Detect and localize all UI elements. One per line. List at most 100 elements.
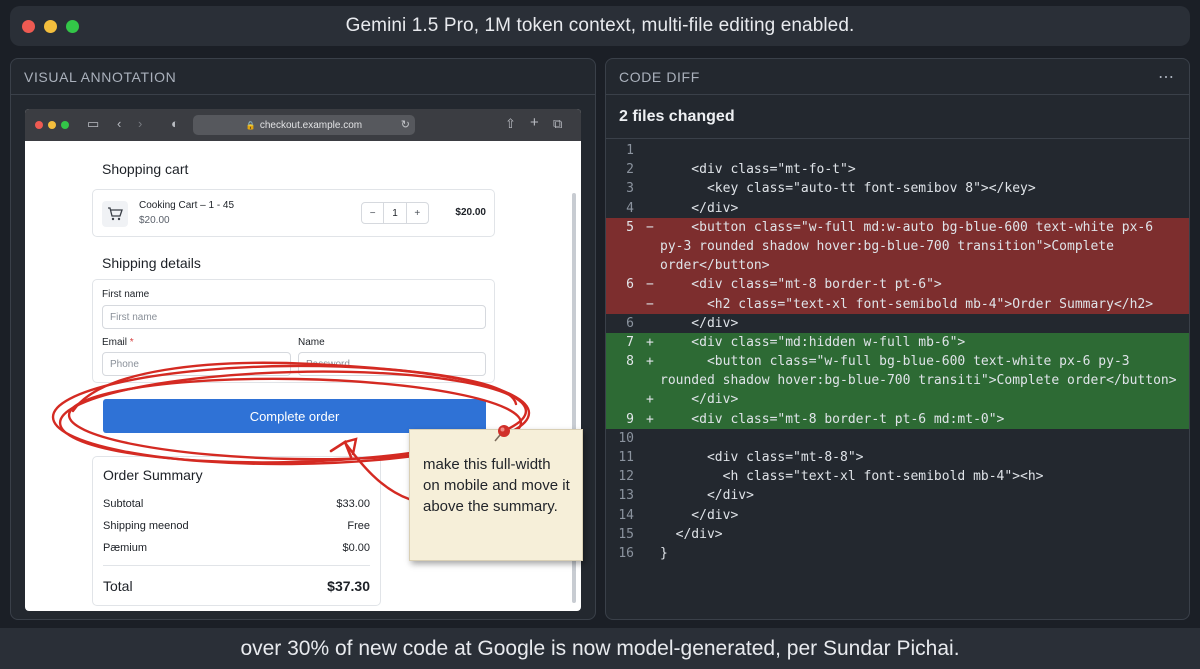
browser-minimize-button[interactable]	[48, 121, 56, 129]
line-number: 7	[626, 334, 634, 350]
quantity-value[interactable]: 1	[383, 203, 407, 223]
browser-maximize-button[interactable]	[61, 121, 69, 129]
line-number: 3	[626, 181, 634, 197]
line-number: 15	[618, 526, 634, 542]
sticky-note: make this full-width on mobile and move …	[409, 425, 583, 561]
name-input[interactable]: Password	[298, 352, 486, 376]
first-name-input[interactable]: First name	[102, 305, 486, 329]
diff-line-ctx: 6 </div>	[606, 314, 1189, 333]
diff-line-ctx: 16}	[606, 544, 1189, 563]
shipping-details-heading: Shipping details	[102, 255, 201, 271]
quantity-increase-button[interactable]: +	[407, 203, 428, 223]
diff-marker	[642, 199, 660, 218]
code-text: <h class="text-xl font-semibold mb-4"><h…	[660, 469, 1044, 485]
line-number: 5	[626, 219, 634, 235]
summary-value: Free	[347, 520, 370, 532]
line-number	[606, 295, 642, 314]
lock-icon: 🔒	[245, 120, 256, 130]
address-bar[interactable]: 🔒 checkout.example.com ↻	[193, 115, 415, 135]
line-number: 2	[626, 162, 634, 178]
email-input[interactable]: Phone	[102, 352, 291, 376]
pushpin-icon	[494, 425, 510, 442]
summary-row-shipping: Shipping meenod Free	[103, 520, 370, 532]
more-options-icon[interactable]: ⋯	[1158, 67, 1175, 87]
diff-line-del: py-3 rounded shadow hover:bg-blue-700 tr…	[606, 236, 1189, 257]
diff-line-ctx: 2 <div class="mt-fo-t">	[606, 160, 1189, 179]
code-text: <div class="mt-8 border-t pt-6 md:mt-0">	[660, 411, 1005, 427]
diff-line-ctx: 11 <div class="mt-8-8">	[606, 448, 1189, 467]
code-text: <h2 class="text-xl font-semibold mb-4">O…	[660, 296, 1154, 312]
back-icon[interactable]: ‹	[117, 116, 121, 131]
url-text: checkout.example.com	[259, 119, 363, 131]
diff-marker: +	[646, 334, 654, 350]
code-text: </div>	[660, 315, 739, 331]
diff-marker	[642, 525, 660, 544]
diff-marker	[642, 448, 660, 467]
line-number: 16	[618, 545, 634, 561]
line-number	[606, 237, 642, 256]
maximize-window-button[interactable]	[66, 20, 79, 33]
diff-line-ctx: 12 <h class="text-xl font-semibold mb-4"…	[606, 467, 1189, 486]
files-changed-summary: 2 files changed	[606, 95, 1189, 139]
code-text: order</button>	[660, 258, 770, 274]
email-label: Email *	[102, 337, 134, 348]
first-name-label: First name	[102, 289, 150, 300]
code-diff-title: CODE DIFF	[619, 68, 700, 85]
summary-total: Total $37.30	[103, 578, 370, 594]
diff-line-ctx: 10	[606, 429, 1189, 448]
minimize-window-button[interactable]	[44, 20, 57, 33]
line-number: 9	[626, 411, 634, 427]
close-window-button[interactable]	[22, 20, 35, 33]
diff-line-ctx: 3 <key class="auto-tt font-semibov 8"></…	[606, 179, 1189, 198]
required-marker: *	[129, 337, 134, 348]
diff-marker	[642, 486, 660, 505]
line-number	[606, 390, 642, 409]
line-number: 4	[626, 200, 634, 216]
browser-close-button[interactable]	[35, 121, 43, 129]
code-text: <button class="w-full bg-blue-600 text-w…	[660, 354, 1130, 370]
code-text: <div class="mt-8-8">	[660, 450, 864, 465]
diff-line-add: rounded shadow hover:bg-blue-700 transit…	[606, 371, 1189, 391]
total-label: Total	[103, 578, 133, 594]
diff-marker	[642, 160, 660, 179]
order-summary: Order Summary Subtotal $33.00 Shipping m…	[92, 456, 381, 606]
diff-marker: −	[646, 277, 654, 293]
code-text: <button class="w-full md:w-auto bg-blue-…	[660, 219, 1154, 235]
line-number: 11	[618, 450, 634, 465]
name-label: Name	[298, 337, 325, 348]
cart-item-price: $20.00	[139, 215, 170, 226]
order-summary-title: Order Summary	[103, 467, 203, 483]
summary-value: $33.00	[336, 498, 370, 510]
diff-line-add: 7 + <div class="md:hidden w-full mb-6">	[606, 332, 1189, 353]
window-title-bar: Gemini 1.5 Pro, 1M token context, multi-…	[10, 6, 1190, 46]
code-text: }	[660, 545, 668, 561]
new-tab-icon[interactable]: +	[530, 114, 539, 131]
sticky-note-text: make this full-width on mobile and move …	[423, 456, 570, 515]
code-text: </div>	[660, 488, 754, 504]
diff-marker	[642, 506, 660, 525]
cart-item-name: Cooking Cart – 1 - 45	[139, 200, 235, 211]
shipping-form: First name First name Email * Phone Name…	[92, 279, 495, 383]
sidebar-icon[interactable]: ▭	[87, 116, 99, 132]
complete-order-button[interactable]: Complete order	[103, 399, 486, 433]
line-number: 8	[626, 354, 634, 370]
diff-marker	[642, 429, 660, 448]
tabs-overview-icon[interactable]: ⧉	[553, 116, 562, 132]
diff-marker: +	[646, 411, 654, 427]
cart-icon	[102, 201, 128, 227]
diff-line-del: 5− <button class="w-full md:w-auto bg-bl…	[606, 217, 1189, 237]
diff-marker: −	[646, 296, 654, 312]
diff-line-add: 8 + <button class="w-full bg-blue-600 tex…	[606, 352, 1189, 372]
summary-label: Pæmium	[103, 542, 148, 554]
forward-icon[interactable]: ›	[138, 116, 142, 131]
quantity-decrease-button[interactable]: −	[362, 203, 383, 223]
diff-marker	[642, 141, 660, 160]
line-number: 10	[618, 430, 634, 446]
diff-marker	[642, 179, 660, 198]
reload-icon[interactable]: ↻	[401, 118, 410, 131]
summary-label: Subtotal	[103, 498, 144, 510]
shield-icon[interactable]: ◐	[171, 116, 179, 131]
share-icon[interactable]: ⇧	[505, 116, 516, 132]
